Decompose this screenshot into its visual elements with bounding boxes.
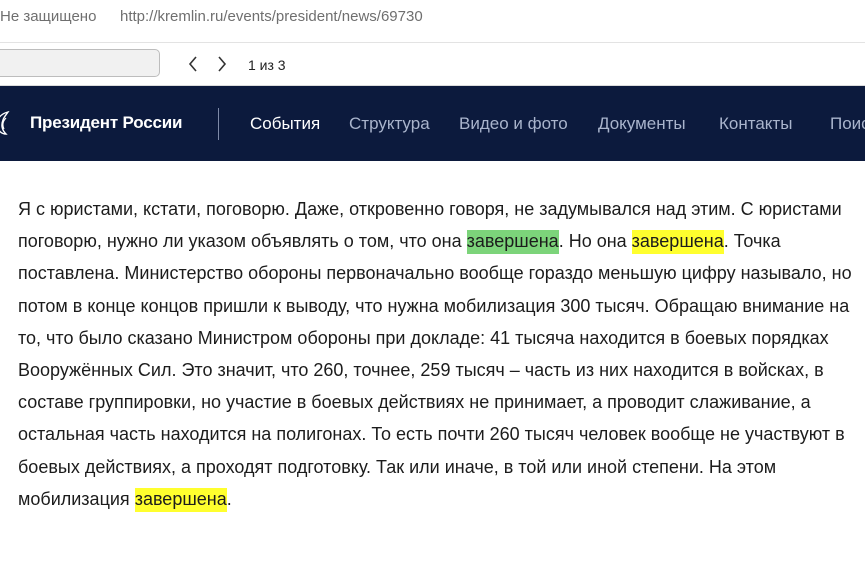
search-highlight: завершена <box>631 230 724 255</box>
nav-item-events[interactable]: События <box>250 114 320 134</box>
search-highlight: завершена <box>134 487 227 512</box>
find-input[interactable] <box>0 49 160 77</box>
text-segment: . Точка поставлена. Министерство обороны… <box>18 231 852 509</box>
security-indicator[interactable]: Не защищено <box>0 8 96 25</box>
chevron-left-icon[interactable] <box>183 53 203 75</box>
url-text[interactable]: http://kremlin.ru/events/president/news/… <box>120 8 423 25</box>
find-match-count: 1 из 3 <box>248 57 286 73</box>
article: Я с юристами, кстати, поговорю. Даже, от… <box>0 161 865 568</box>
chevron-right-icon[interactable] <box>212 53 232 75</box>
article-paragraph: Я с юристами, кстати, поговорю. Даже, от… <box>18 193 863 515</box>
nav-item-search[interactable]: Поис <box>830 114 865 134</box>
text-segment: . <box>226 488 232 509</box>
nav-item-video-photo[interactable]: Видео и фото <box>459 114 568 134</box>
nav-item-documents[interactable]: Документы <box>598 114 686 134</box>
eagle-emblem-icon[interactable] <box>0 110 10 136</box>
nav-item-structure[interactable]: Структура <box>349 114 430 134</box>
text-segment: . Но она <box>558 231 632 252</box>
nav-divider <box>218 108 219 140</box>
find-bar: 1 из 3 <box>0 43 865 86</box>
nav-item-contacts[interactable]: Контакты <box>719 114 792 134</box>
site-title[interactable]: Президент России <box>30 113 182 133</box>
search-highlight-current: завершена <box>466 230 559 255</box>
address-bar[interactable]: Не защищено http://kremlin.ru/events/pre… <box>0 0 865 43</box>
site-header: Президент России События Структура Видео… <box>0 86 865 161</box>
